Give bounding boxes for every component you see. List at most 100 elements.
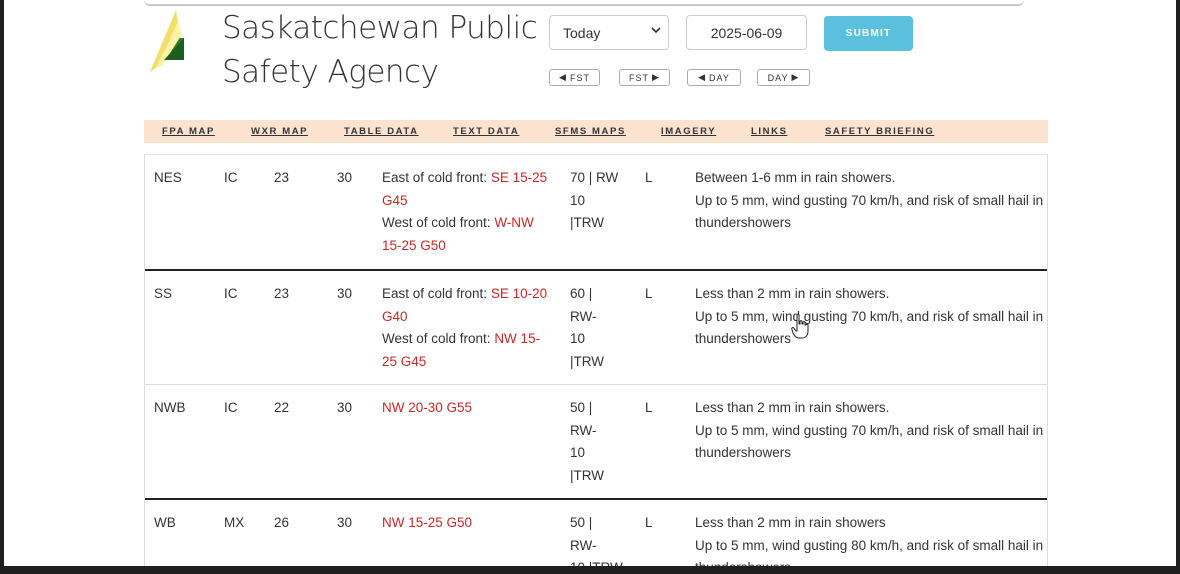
triangle-left-icon: ◀ bbox=[559, 72, 567, 82]
wx-cell: 60 | RW- 10 |TRW bbox=[570, 283, 604, 373]
wind-value: W-NW bbox=[494, 215, 534, 230]
wx-line: RW- bbox=[570, 537, 597, 553]
date-input[interactable]: 2025-06-09 bbox=[686, 15, 807, 50]
day-next-label: DAY bbox=[767, 72, 789, 83]
wx-line: 10 bbox=[570, 331, 586, 346]
precip-cell: Less than 2 mm in rain showers Up to 5 m… bbox=[695, 512, 1043, 566]
wind-value: SE 15-25 bbox=[490, 170, 548, 185]
main-nav: FPA MAP WXR MAP TABLE DATA TEXT DATA SFM… bbox=[144, 120, 1048, 143]
wx-cell: 70 | RW 10 |TRW bbox=[570, 167, 618, 235]
wind-value: NW 15- bbox=[494, 331, 541, 346]
precip-cell: Less than 2 mm in rain showers. Up to 5 … bbox=[695, 283, 1043, 351]
table-row: SS IC 23 30 East of cold front: SE 10-20… bbox=[145, 271, 1047, 385]
precip-line: thundershowers bbox=[695, 445, 792, 460]
ltng-cell: L bbox=[645, 286, 653, 301]
wind-cell: NW 15-25 G50 bbox=[382, 515, 473, 530]
wx-cell: 50 | RW- 10 |TRW bbox=[570, 512, 623, 566]
page: Saskatchewan Public Safety Agency Today … bbox=[4, 0, 1176, 566]
precip-line: Less than 2 mm in rain showers. bbox=[695, 400, 890, 415]
title-line-2: Safety Agency bbox=[222, 54, 439, 90]
triangle-left-icon: ◀ bbox=[698, 72, 707, 82]
temp-cell: 26 bbox=[274, 515, 290, 530]
ltng-cell: L bbox=[645, 400, 653, 415]
precip-line: Up to 5 mm, wind gusting 70 km/h, and ri… bbox=[695, 422, 1044, 438]
region-cell: WB bbox=[154, 515, 176, 530]
region-cell: NWB bbox=[154, 400, 186, 415]
nav-table-data[interactable]: TABLE DATA bbox=[344, 126, 419, 137]
rh-cell: 30 bbox=[337, 286, 353, 301]
nav-fpa-map[interactable]: FPA MAP bbox=[162, 126, 215, 137]
code-cell: IC bbox=[224, 400, 238, 415]
table-row: NWB IC 22 30 NW 20-30 G55 50 | RW- 10 |T… bbox=[145, 385, 1047, 500]
nav-sfms-maps[interactable]: SFMS MAPS bbox=[555, 126, 626, 137]
page-title[interactable]: Saskatchewan Public Safety Agency bbox=[222, 6, 542, 94]
nav-text-data[interactable]: TEXT DATA bbox=[453, 126, 519, 137]
wind-cell: East of cold front: SE 15-25 G45 West of… bbox=[382, 167, 547, 257]
nav-safety-briefing[interactable]: SAFETY BRIEFING bbox=[825, 126, 934, 137]
title-line-1: Saskatchewan Public bbox=[222, 10, 538, 46]
agency-logo-icon[interactable] bbox=[144, 8, 190, 74]
chevron-down-icon bbox=[651, 27, 661, 34]
wx-line: |TRW bbox=[570, 215, 605, 230]
wx-line: 50 | bbox=[570, 515, 593, 530]
ltng-cell: L bbox=[645, 170, 653, 185]
precip-line: Up to 5 mm, wind gusting 70 km/h, and ri… bbox=[695, 308, 1044, 324]
wx-cell: 50 | RW- 10 |TRW bbox=[570, 397, 604, 487]
wx-line: 70 | RW bbox=[570, 170, 619, 185]
nav-links[interactable]: LINKS bbox=[751, 126, 788, 137]
date-input-value: 2025-06-09 bbox=[710, 24, 783, 41]
nav-wxr-map[interactable]: WXR MAP bbox=[251, 126, 308, 137]
wind-label: West of cold front: bbox=[382, 331, 495, 346]
precip-line: Between 1-6 mm in rain showers. bbox=[695, 170, 896, 185]
wx-line: |TRW bbox=[570, 353, 605, 369]
hand-pointer-icon bbox=[791, 313, 809, 339]
wx-line: 10 bbox=[570, 445, 586, 460]
triangle-right-icon: ▶ bbox=[791, 72, 800, 82]
day-prev-label: DAY bbox=[709, 72, 730, 83]
day-prev-button[interactable]: ◀ DAY bbox=[687, 69, 741, 86]
region-cell: SS bbox=[154, 286, 173, 301]
precip-line: Less than 2 mm in rain showers bbox=[695, 515, 886, 530]
wind-label: East of cold front: bbox=[382, 286, 491, 301]
day-next-button[interactable]: DAY ▶ bbox=[757, 69, 810, 86]
fst-prev-label: FST bbox=[569, 72, 590, 83]
fst-next-label: FST bbox=[629, 72, 650, 83]
wind-label: East of cold front: bbox=[382, 170, 491, 185]
wx-line: RW- bbox=[570, 422, 597, 438]
precip-line: thundershowers bbox=[695, 215, 792, 230]
forecast-table: NES IC 23 30 East of cold front: SE 15-2… bbox=[144, 154, 1048, 566]
code-cell: IC bbox=[224, 286, 238, 301]
precip-line: Less than 2 mm in rain showers. bbox=[695, 286, 890, 301]
temp-cell: 23 bbox=[274, 286, 290, 301]
temp-cell: 23 bbox=[274, 170, 290, 185]
wx-line: 60 | bbox=[570, 286, 593, 301]
wx-line: 10 bbox=[570, 192, 586, 208]
rh-cell: 30 bbox=[337, 515, 353, 530]
wx-line: RW- bbox=[570, 308, 597, 324]
table-row: NES IC 23 30 East of cold front: SE 15-2… bbox=[145, 155, 1047, 271]
wind-value: SE 10-20 bbox=[490, 286, 548, 301]
nav-imagery[interactable]: IMAGERY bbox=[661, 126, 716, 137]
wind-value: 15-25 G50 bbox=[382, 237, 446, 253]
table-row: WB MX 26 30 NW 15-25 G50 50 | RW- 10 |TR… bbox=[145, 500, 1047, 566]
wx-line: 10 |TRW bbox=[570, 557, 623, 566]
region-cell: NES bbox=[154, 170, 182, 185]
code-cell: MX bbox=[224, 515, 245, 530]
rh-cell: 30 bbox=[337, 170, 353, 185]
fst-prev-button[interactable]: ◀ FST bbox=[549, 69, 600, 86]
wx-line: 50 | bbox=[570, 400, 593, 415]
precip-line: Up to 5 mm, wind gusting 80 km/h, and ri… bbox=[695, 537, 1044, 553]
precip-line: thundershowers bbox=[695, 331, 792, 346]
wind-value: 25 G45 bbox=[382, 353, 427, 369]
wind-cell: East of cold front: SE 10-20 G40 West of… bbox=[382, 283, 547, 373]
period-select[interactable]: Today bbox=[549, 15, 669, 50]
wind-label: West of cold front: bbox=[382, 215, 495, 230]
ltng-cell: L bbox=[645, 515, 653, 530]
temp-cell: 22 bbox=[274, 400, 290, 415]
fst-next-button[interactable]: FST ▶ bbox=[619, 69, 670, 86]
submit-button[interactable]: SUBMIT bbox=[824, 16, 913, 51]
rh-cell: 30 bbox=[337, 400, 353, 415]
triangle-right-icon: ▶ bbox=[652, 72, 660, 82]
wind-value: G40 bbox=[382, 308, 408, 324]
period-select-value: Today bbox=[563, 24, 601, 41]
